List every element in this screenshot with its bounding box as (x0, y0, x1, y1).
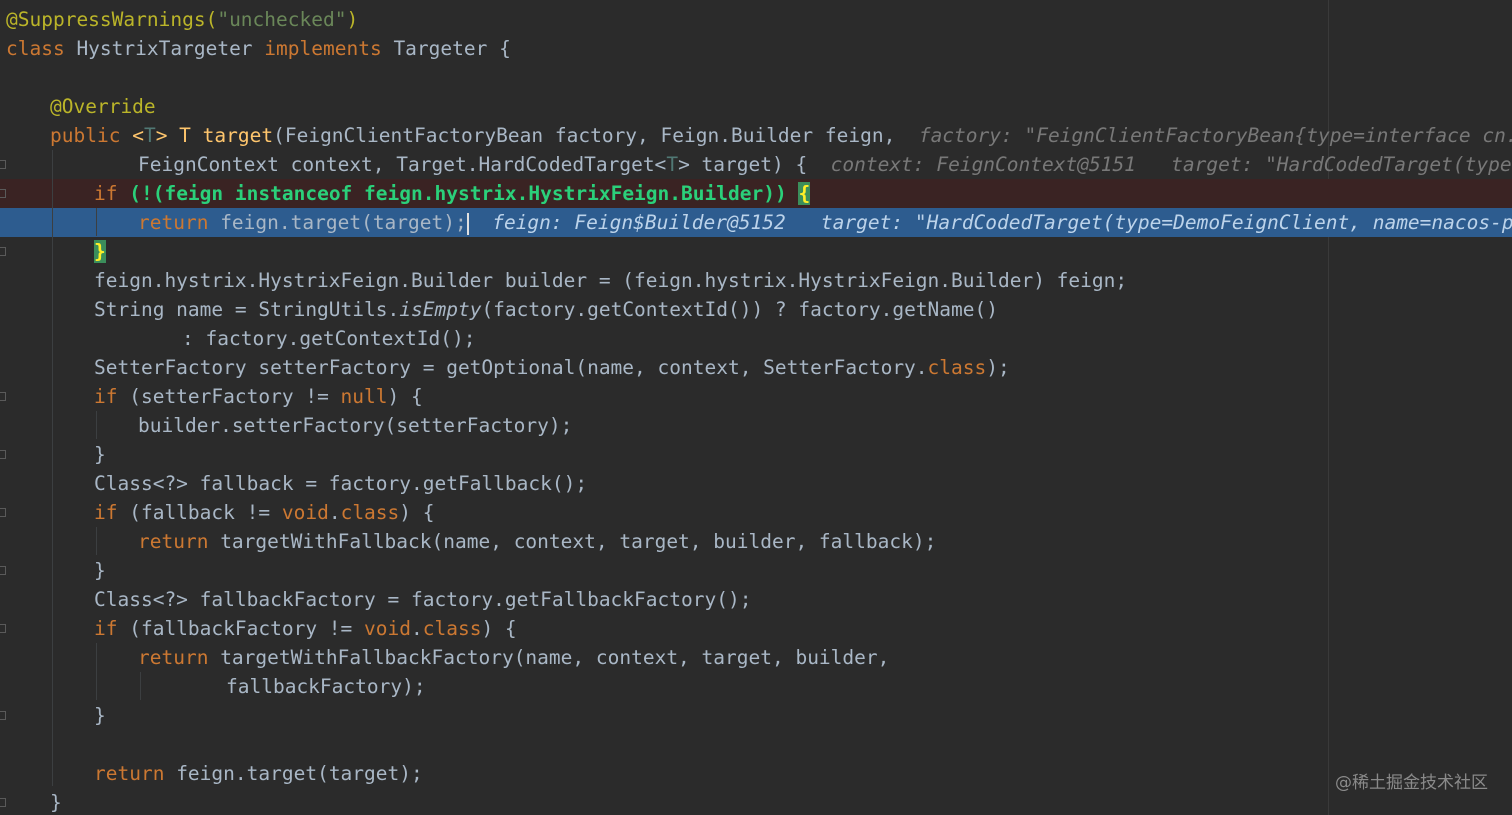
code-line[interactable]: feign.hystrix.HystrixFeign.Builder build… (0, 266, 1512, 295)
code-line[interactable]: public <T> T target(FeignClientFactoryBe… (0, 121, 1512, 150)
keyword: if (94, 501, 118, 524)
execution-point-line[interactable]: return feign.target(target); feign: Feig… (0, 208, 1512, 237)
code-line[interactable]: } (0, 440, 1512, 469)
code-line[interactable]: String name = StringUtils.isEmpty(factor… (0, 295, 1512, 324)
code-line[interactable]: } (0, 556, 1512, 585)
watermark: @稀土掘金技术社区 (1335, 773, 1488, 793)
keyword: return (138, 211, 209, 234)
keyword: class (422, 617, 482, 640)
keyword: implements (264, 37, 382, 60)
indent-guide (96, 643, 97, 700)
indent-guide (96, 208, 97, 236)
code-line[interactable]: : factory.getContextId(); (0, 324, 1512, 353)
code-line[interactable]: return targetWithFallback(name, context,… (0, 527, 1512, 556)
code-line[interactable]: } (0, 237, 1512, 266)
indent-guide (96, 527, 97, 555)
debug-inline-value: feign: Feign$Builder@5152 target: "HardC… (468, 211, 1512, 234)
keyword: if (94, 385, 118, 408)
code-line[interactable]: } (0, 701, 1512, 730)
code-line[interactable]: Class<?> fallbackFactory = factory.getFa… (0, 585, 1512, 614)
code-line[interactable]: FeignContext context, Target.HardCodedTa… (0, 150, 1512, 179)
fold-marker-icon[interactable] (0, 798, 6, 807)
code-editor[interactable]: @SuppressWarnings("unchecked") class Hys… (0, 0, 1512, 815)
fold-marker-icon[interactable] (0, 189, 6, 198)
indent-guide (140, 672, 141, 700)
keyword: if (94, 182, 118, 205)
fold-marker-icon[interactable] (0, 624, 6, 633)
keyword: return (94, 762, 165, 785)
code-line[interactable]: Class<?> fallback = factory.getFallback(… (0, 469, 1512, 498)
type-param: T (143, 124, 156, 147)
keyword: class (927, 356, 987, 379)
code-line[interactable]: if (fallbackFactory != void.class) { (0, 614, 1512, 643)
annotation: @SuppressWarnings( (6, 8, 218, 31)
fold-marker-icon[interactable] (0, 160, 6, 169)
indent-guide (52, 150, 53, 786)
keyword: if (94, 617, 118, 640)
breakpoint-line[interactable]: if (!(feign instanceof feign.hystrix.Hys… (0, 179, 1512, 208)
fold-marker-icon[interactable] (0, 247, 6, 256)
keyword: public (50, 124, 121, 147)
code-line[interactable]: @Override (0, 92, 1512, 121)
code-line[interactable]: builder.setterFactory(setterFactory); (0, 411, 1512, 440)
annotation: @Override (50, 95, 156, 118)
string-literal: "unchecked" (217, 8, 347, 31)
fold-marker-icon[interactable] (0, 508, 6, 517)
method-name: target (202, 124, 274, 147)
matched-brace: { (798, 182, 811, 205)
code-line[interactable]: if (fallback != void.class) { (0, 498, 1512, 527)
indent-guide (96, 411, 97, 439)
code-line[interactable]: SetterFactory setterFactory = getOptiona… (0, 353, 1512, 382)
fold-marker-icon[interactable] (0, 450, 6, 459)
fold-marker-icon[interactable] (0, 392, 6, 401)
keyword: null (340, 385, 388, 408)
code-line[interactable]: fallbackFactory); (0, 672, 1512, 701)
type-param: T (666, 153, 679, 176)
keyword: void (281, 501, 329, 524)
debug-inline-value: factory: "FeignClientFactoryBean{type=in… (918, 124, 1512, 147)
highlighted-expression: feign instanceof feign.hystrix.HystrixFe… (164, 182, 764, 205)
code-line[interactable]: @SuppressWarnings("unchecked") (0, 5, 1512, 34)
keyword: void (364, 617, 411, 640)
code-line[interactable]: } (0, 788, 1512, 815)
code-line[interactable]: return targetWithFallbackFactory(name, c… (0, 643, 1512, 672)
code-line[interactable]: return feign.target(target); (0, 759, 1512, 788)
fold-marker-icon[interactable] (0, 566, 6, 575)
static-method: isEmpty (399, 298, 482, 321)
code-line[interactable]: class HystrixTargeter implements Targete… (0, 34, 1512, 63)
keyword: class (6, 37, 65, 60)
debug-inline-value: context: FeignContext@5151 target: "Hard… (830, 153, 1512, 176)
keyword: class (340, 501, 400, 524)
keyword: return (138, 530, 209, 553)
fold-marker-icon[interactable] (0, 711, 6, 720)
matched-brace: } (94, 240, 106, 263)
keyword: return (138, 646, 209, 669)
code-line[interactable]: if (setterFactory != null) { (0, 382, 1512, 411)
